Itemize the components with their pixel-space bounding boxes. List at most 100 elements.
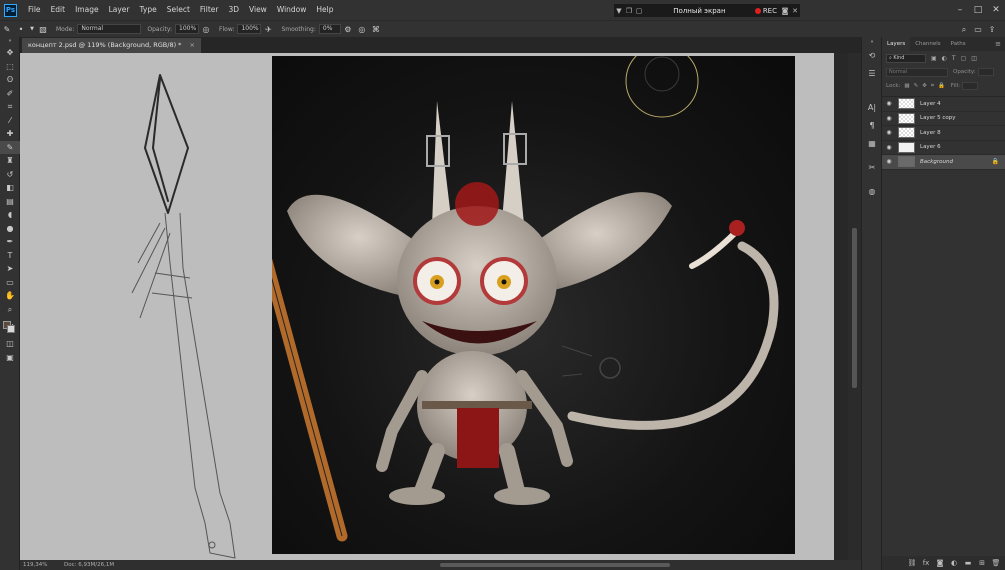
quick-select-icon[interactable]: ✐ [0,87,20,101]
maximize-icon[interactable]: □ [969,0,987,20]
add-mask-icon[interactable]: ◙ [933,559,947,567]
brush-tool-icon[interactable]: ✎ [0,140,20,154]
layer-style-icon[interactable]: fx [919,559,933,567]
tab-layers[interactable]: Layers [882,37,911,51]
adjustment-filter-icon[interactable]: ◐ [942,55,947,62]
type-tool-icon[interactable]: T [0,249,20,263]
pixel-filter-icon[interactable]: ▣ [931,55,937,62]
clone-stamp-icon[interactable]: ♜ [0,154,20,168]
lasso-tool-icon[interactable]: ʘ [0,73,20,87]
lock-position-icon[interactable]: ✥ [922,83,927,89]
layer-row[interactable]: ◉ Layer 5 copy [882,112,1005,126]
smart-filter-icon[interactable]: ◫ [971,55,977,62]
visibility-eye-icon[interactable]: ◉ [882,129,896,136]
new-group-icon[interactable]: ▬ [961,559,975,567]
layer-row[interactable]: ◉ Layer 8 [882,126,1005,141]
layer-row[interactable]: ◉ Layer 4 [882,97,1005,112]
pressure-size-icon[interactable]: ◎ [355,25,369,34]
visibility-eye-icon[interactable]: ◉ [882,115,896,122]
type-filter-icon[interactable]: T [952,55,956,62]
layer-name[interactable]: Layer 5 copy [920,115,955,121]
close-icon[interactable]: ✕ [790,7,800,15]
eyedropper-icon[interactable]: ⁄ [0,114,20,128]
zoom-level[interactable]: 119,34% [20,562,50,568]
visibility-eye-icon[interactable]: ◉ [882,100,896,107]
layer-opacity-field[interactable] [977,68,994,76]
menu-filter[interactable]: Filter [195,0,224,20]
menu-file[interactable]: File [23,0,46,20]
pen-tool-icon[interactable]: ✒ [0,235,20,249]
menu-help[interactable]: Help [311,0,338,20]
brush-preset-icon[interactable]: • [14,25,28,34]
quick-mask-icon[interactable]: ◫ [0,337,20,351]
menu-image[interactable]: Image [70,0,104,20]
menu-edit[interactable]: Edit [46,0,71,20]
brush-settings-icon[interactable]: ▦ [862,135,882,153]
vertical-scrollbar[interactable] [848,53,861,560]
blur-icon[interactable]: ◖ [0,208,20,222]
paragraph-icon[interactable]: ¶ [862,117,882,135]
layer-name[interactable]: Layer 8 [920,130,941,136]
path-select-icon[interactable]: ➤ [0,262,20,276]
history-icon[interactable]: ⟲ [862,47,882,65]
mode-select[interactable]: Normal [77,24,142,34]
layer-fill-field[interactable] [962,82,978,90]
close-icon[interactable]: ✕ [987,0,1005,20]
crop-tool-icon[interactable]: ⌗ [0,100,20,114]
window-icon[interactable]: ▢ [634,7,644,15]
close-tab-icon[interactable]: × [190,41,195,49]
adjustment-layer-icon[interactable]: ◐ [947,559,961,567]
shape-filter-icon[interactable]: ▢ [961,55,967,62]
kind-filter-select[interactable]: ⌕ Kind [886,53,926,63]
lock-pixels-icon[interactable]: ✎ [914,83,919,89]
flow-field[interactable]: 100% [237,24,262,34]
marquee-tool-icon[interactable]: ⬚ [0,60,20,74]
canvas-workspace[interactable] [20,53,848,560]
menu-type[interactable]: Type [135,0,162,20]
background-color-swatch[interactable] [7,325,15,333]
minimize-icon[interactable]: – [951,0,969,20]
horizontal-scrollbar[interactable] [20,560,861,570]
trash-icon[interactable]: 🗑 [989,559,1003,567]
vertical-scroll-thumb[interactable] [852,228,857,388]
chevron-down-icon[interactable]: ▼ [28,26,36,32]
lock-transparent-icon[interactable]: ▦ [904,83,909,89]
opacity-field[interactable]: 100% [175,24,200,34]
menu-layer[interactable]: Layer [104,0,135,20]
menu-window[interactable]: Window [272,0,312,20]
workspace-icon[interactable]: ▭ [971,25,985,34]
swatches-icon[interactable]: A| [862,99,882,117]
menu-3d[interactable]: 3D [223,0,244,20]
smoothing-field[interactable]: 0% [318,24,341,34]
layer-name[interactable]: Layer 4 [920,101,941,107]
properties-icon[interactable]: ☰ [862,65,882,83]
adjustments-icon[interactable]: ◍ [862,183,882,201]
rectangle-tool-icon[interactable]: ▭ [0,276,20,290]
panel-menu-icon[interactable]: ≡ [995,40,1001,48]
layer-name[interactable]: Background [920,159,953,165]
link-layers-icon[interactable]: ⛓ [905,559,919,567]
layer-row-background[interactable]: ◉ Background 🔒 [882,155,1005,170]
zoom-tool-icon[interactable]: ⌕ [0,303,20,317]
screen-mode-icon[interactable]: ▣ [0,351,20,365]
rec-label[interactable]: REC [763,7,777,15]
new-layer-icon[interactable]: ⊞ [975,559,989,567]
layer-row[interactable]: ◉ Layer 6 [882,141,1005,155]
history-brush-icon[interactable]: ↺ [0,168,20,182]
gradient-icon[interactable]: ▤ [0,195,20,209]
brush-panel-icon[interactable]: ▧ [36,25,50,34]
visibility-eye-icon[interactable]: ◉ [882,144,896,151]
menu-view[interactable]: View [244,0,272,20]
layer-name[interactable]: Layer 6 [920,144,941,150]
tab-channels[interactable]: Channels [910,37,945,51]
tool-presets-icon[interactable]: ✂ [862,159,882,177]
search-icon[interactable]: ⌕ [957,25,971,35]
canvas-sheet[interactable] [20,53,834,560]
tab-paths[interactable]: Paths [946,37,971,51]
creature-artwork[interactable] [226,53,795,554]
blend-mode-select[interactable]: Normal [886,67,948,77]
symmetry-icon[interactable]: ⌘ [369,25,383,34]
chevron-down-icon[interactable]: ▼ [614,7,624,15]
share-icon[interactable]: ⇪ [985,25,999,34]
brush-tool-icon[interactable]: ✎ [0,25,14,34]
